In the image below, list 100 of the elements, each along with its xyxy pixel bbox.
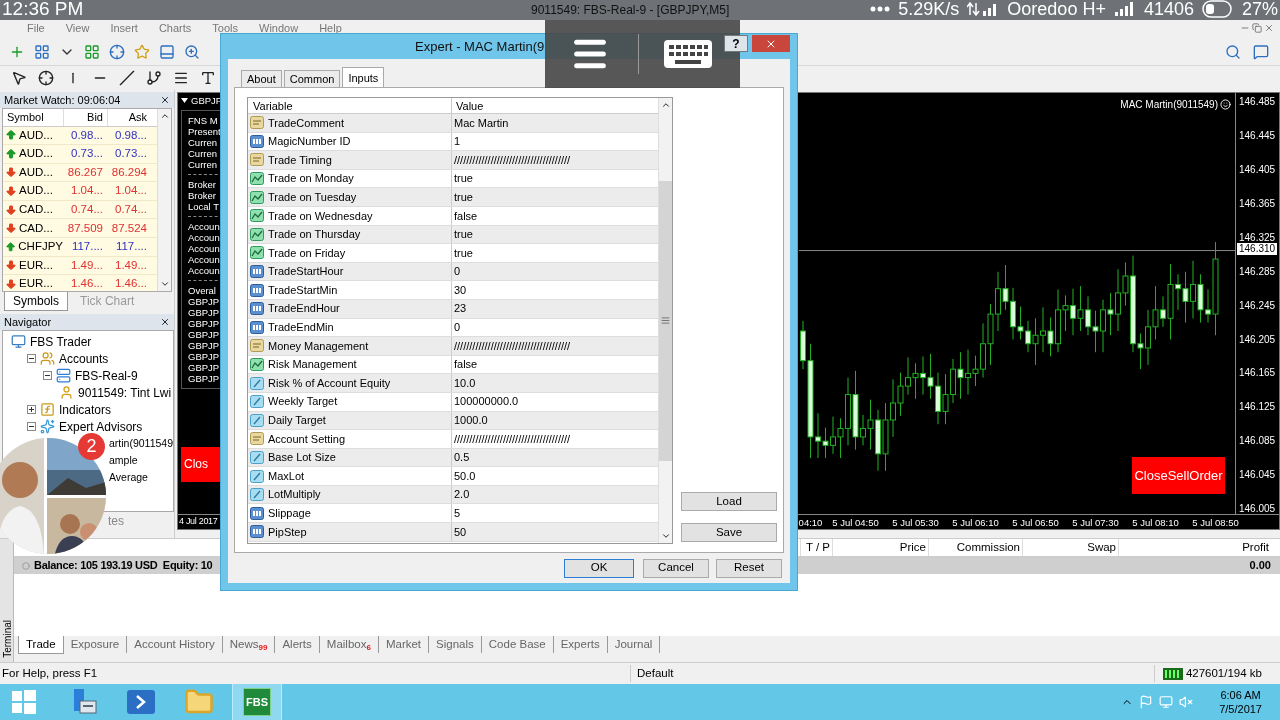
tab[interactable]: Inputs — [342, 67, 385, 87]
column-header[interactable]: Symbol — [3, 109, 63, 126]
menu-item[interactable]: Tools — [212, 23, 238, 34]
tree-item[interactable]: artin(9011549 — [109, 435, 173, 452]
collapse-toggle[interactable] — [27, 422, 36, 431]
column-header[interactable]: Ask — [107, 109, 151, 126]
variable-value[interactable]: true — [452, 244, 473, 262]
collapse-toggle[interactable] — [27, 354, 36, 363]
tab[interactable]: Mailbox$_{6}$ — [319, 636, 379, 654]
tree-item[interactable]: FBS Trader — [30, 332, 92, 351]
variable-value[interactable]: 0.5 — [452, 449, 470, 466]
tree-item[interactable]: 9011549: Tint Lwi — [78, 383, 172, 402]
variable-value[interactable]: true — [452, 170, 473, 187]
dialog-button[interactable]: Load — [681, 492, 777, 511]
variable-type-icon — [250, 358, 264, 371]
grip-icon[interactable] — [661, 316, 670, 325]
variable-value[interactable]: 2.0 — [452, 486, 470, 503]
variable-value[interactable]: 23 — [452, 300, 467, 317]
variable-value[interactable]: ////////////////////////////////////// — [452, 151, 571, 169]
expand-toggle[interactable] — [27, 405, 36, 414]
tab[interactable]: Exposure — [63, 636, 128, 654]
windows-start-icon[interactable] — [12, 690, 36, 714]
tree-item[interactable]: Accounts — [59, 349, 109, 368]
menu-item[interactable]: Insert — [110, 23, 138, 34]
menu-item[interactable]: Help — [319, 23, 342, 34]
variable-value[interactable]: true — [452, 226, 473, 243]
scroll-down-icon[interactable] — [159, 279, 170, 289]
close-order-button[interactable]: Clos — [181, 447, 223, 482]
tab[interactable]: Symbols — [4, 292, 68, 311]
variable-value[interactable]: false — [452, 356, 478, 373]
column-header[interactable]: Commission — [928, 538, 1022, 557]
variable-value[interactable]: 30 — [452, 281, 467, 299]
dialog-button[interactable]: Save — [681, 523, 777, 542]
terminal-icon[interactable] — [127, 690, 155, 714]
tab[interactable]: Account History — [127, 636, 223, 654]
symbol-cell-text: CHFJPY — [18, 239, 63, 255]
dialog-button[interactable]: Reset — [716, 558, 782, 578]
tree-item[interactable]: Indicators — [59, 400, 112, 419]
dialog-button[interactable]: Cancel — [643, 558, 709, 578]
symbol-cell-text: AUD... — [19, 164, 53, 180]
variable-name: TradeStartMin — [268, 282, 338, 298]
ask-cell-text: 0.98... — [114, 127, 148, 143]
dropdown-triangle-icon[interactable] — [181, 98, 188, 103]
chart-symbol[interactable]: GBPJP — [191, 95, 223, 106]
variable-value[interactable]: 0 — [452, 263, 461, 280]
column-header[interactable]: Price — [832, 538, 928, 557]
column-header[interactable]: Value — [452, 98, 484, 113]
ask-cell-text: 86.294 — [110, 164, 148, 180]
taskbar-app-icon[interactable]: FBS — [243, 688, 271, 716]
keyboard-icon[interactable] — [663, 39, 713, 69]
collapse-toggle[interactable] — [43, 371, 52, 380]
tree-item[interactable]: FBS-Real-9 — [75, 366, 138, 385]
variable-value[interactable]: 100000000.0 — [452, 393, 519, 410]
menu-item[interactable]: Window — [259, 23, 299, 34]
close-icon[interactable] — [160, 95, 170, 105]
tab[interactable]: Market — [378, 636, 430, 654]
tab[interactable]: Signals — [429, 636, 482, 654]
tree-item[interactable]: Average — [109, 469, 148, 486]
variable-value[interactable]: 1000.0 — [452, 412, 488, 429]
tab[interactable]: Alerts — [275, 636, 320, 654]
variable-value[interactable]: 5 — [452, 505, 461, 522]
scroll-up-icon[interactable] — [660, 100, 671, 110]
tab[interactable]: News$_{99}$ — [222, 636, 276, 654]
variable-value[interactable]: ////////////////////////////////////// — [452, 430, 571, 448]
dialog-button[interactable]: OK — [564, 558, 634, 578]
variable-value[interactable]: 10.0 — [452, 374, 476, 392]
variable-value[interactable]: Mac Martin — [452, 114, 509, 132]
battery-icon — [1201, 0, 1234, 18]
variable-value[interactable]: 0 — [452, 319, 461, 336]
tab[interactable]: Code Base — [481, 636, 554, 654]
scroll-up-icon[interactable] — [159, 111, 170, 121]
column-header[interactable]: Bid — [63, 109, 107, 126]
column-header[interactable]: Variable — [248, 98, 452, 113]
menu-item[interactable]: View — [65, 23, 90, 34]
column-header[interactable]: Profit — [1118, 538, 1271, 557]
close-sell-order-button[interactable]: CloseSellOrder — [1132, 457, 1225, 494]
variable-value[interactable]: ////////////////////////////////////// — [452, 337, 571, 355]
variable-value[interactable]: true — [452, 188, 473, 206]
scroll-down-icon[interactable] — [660, 531, 671, 541]
help-button[interactable]: ? — [724, 35, 748, 52]
variable-value[interactable]: 50.0 — [452, 467, 476, 485]
close-icon[interactable] — [160, 317, 170, 327]
scrollbar[interactable] — [157, 109, 171, 291]
column-header[interactable]: Swap — [1022, 538, 1118, 557]
column-header[interactable]: T / P — [800, 538, 832, 557]
menu-item[interactable]: Charts — [158, 23, 192, 34]
scrollbar[interactable] — [658, 98, 672, 543]
tab[interactable]: About — [241, 70, 282, 87]
tab[interactable]: Experts — [553, 636, 608, 654]
tree-item[interactable]: ample — [109, 452, 138, 469]
variable-value[interactable]: false — [452, 207, 478, 224]
tab[interactable]: Trade — [18, 636, 64, 655]
tree-item[interactable]: Expert Advisors — [59, 417, 143, 436]
tab[interactable]: Journal — [607, 636, 661, 654]
restore-icon[interactable] — [1252, 23, 1262, 33]
tab[interactable]: Common — [283, 70, 341, 87]
menu-item[interactable]: File — [27, 23, 45, 34]
variable-value[interactable]: 50 — [452, 523, 467, 541]
price-label: 146.485 — [1239, 95, 1276, 110]
variable-value[interactable]: 1 — [452, 133, 461, 150]
